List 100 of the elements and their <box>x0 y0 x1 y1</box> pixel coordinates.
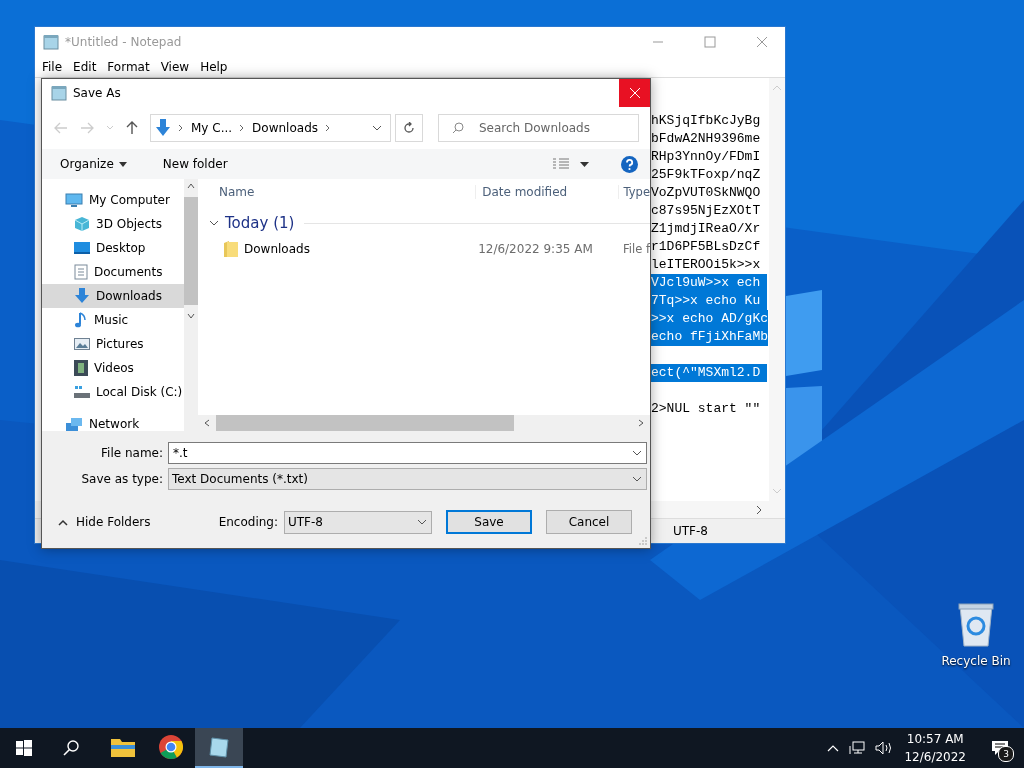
hide-folders-button[interactable]: Hide Folders <box>52 514 157 530</box>
desktop-icon <box>74 241 90 255</box>
new-folder-button[interactable]: New folder <box>156 154 234 174</box>
column-header[interactable]: Type <box>617 185 650 199</box>
dropdown-icon[interactable] <box>372 125 382 131</box>
organize-button[interactable]: Organize <box>54 154 133 174</box>
window-title: *Untitled - Notepad <box>65 35 182 49</box>
refresh-icon <box>403 122 415 134</box>
dropdown-icon[interactable] <box>580 161 589 167</box>
field-label: Encoding: <box>218 515 278 529</box>
scroll-down-icon[interactable] <box>187 313 195 319</box>
encoding-dropdown[interactable]: UTF-8 <box>284 510 432 534</box>
address-bar[interactable]: My C... Downloads <box>150 114 391 142</box>
breadcrumb[interactable]: Downloads <box>252 121 318 135</box>
code-line: RHp3YnnOy/FDmI <box>651 149 761 164</box>
menu-item[interactable]: Format <box>102 60 156 74</box>
network-icon <box>65 416 83 431</box>
download-icon <box>155 119 171 137</box>
volume-icon[interactable] <box>875 741 894 755</box>
chevron-icon <box>325 124 331 132</box>
windows-start-icon[interactable] <box>16 740 32 756</box>
notification-count-badge[interactable]: 3 <box>998 746 1014 762</box>
sidebar-item[interactable]: Music <box>42 308 184 332</box>
scrollbar[interactable] <box>184 179 198 431</box>
resize-grip-icon[interactable] <box>639 537 647 545</box>
chevron-up-icon <box>58 518 68 526</box>
monitor-icon <box>65 192 83 208</box>
chevron-up-icon[interactable] <box>827 744 840 752</box>
scroll-right-icon[interactable] <box>638 419 644 427</box>
breadcrumb[interactable]: My C... <box>191 121 233 135</box>
scrollbar[interactable] <box>198 415 650 431</box>
scroll-thumb[interactable] <box>216 415 514 431</box>
sidebar-item[interactable]: My Computer <box>42 188 184 212</box>
music-note-icon <box>74 312 88 328</box>
clock-time[interactable]: 10:57 AM <box>906 730 964 748</box>
menu-item[interactable]: View <box>155 60 196 74</box>
dropdown-icon[interactable] <box>417 519 427 525</box>
menu-item[interactable]: File <box>37 60 69 74</box>
sidebar-item[interactable]: Network <box>42 412 184 431</box>
picture-icon <box>74 337 90 351</box>
code-line: bFdwA2NH9396me <box>651 131 761 146</box>
chevron-icon <box>178 124 184 132</box>
chevron-icon <box>239 124 246 132</box>
drive-icon <box>74 385 90 399</box>
caret-icon <box>118 161 127 167</box>
search-icon[interactable] <box>63 740 79 756</box>
notepad-icon <box>51 85 67 101</box>
notepad-icon <box>208 736 230 758</box>
recycle-bin-icon[interactable] <box>956 602 996 648</box>
file-type-dropdown[interactable]: Text Documents (*.txt) <box>168 468 647 490</box>
search-icon <box>452 122 464 134</box>
sidebar-item[interactable]: Downloads <box>42 284 184 308</box>
code-line: leITEROOi5k>>x <box>651 257 761 272</box>
collapse-icon[interactable] <box>209 219 219 227</box>
save-button[interactable]: Save <box>446 510 532 534</box>
network-icon[interactable] <box>849 741 866 755</box>
chrome-icon <box>159 735 183 759</box>
column-header[interactable]: Date modified <box>475 185 618 199</box>
dropdown-icon[interactable] <box>632 476 642 482</box>
notepad-icon <box>43 34 59 50</box>
field-label: File name: <box>100 446 164 460</box>
sidebar-item[interactable]: Pictures <box>42 332 184 356</box>
clock-date[interactable]: 12/6/2022 <box>904 748 966 766</box>
dialog-title: Save As <box>73 86 121 100</box>
refresh-button[interactable] <box>395 114 423 142</box>
folder-icon <box>224 241 238 257</box>
dropdown-icon[interactable] <box>632 450 642 456</box>
sidebar-item[interactable]: Local Disk (C:) <box>42 380 184 404</box>
menu-item[interactable]: Edit <box>68 60 103 74</box>
search-field[interactable]: Search Downloads <box>438 114 639 142</box>
code-line: 2>NUL start "" <box>651 401 761 416</box>
sidebar-item[interactable]: Desktop <box>42 236 184 260</box>
code-line: VoZpVUT0SkNWQO <box>651 185 761 200</box>
scroll-thumb[interactable] <box>184 197 198 305</box>
scroll-right-icon[interactable] <box>755 504 763 515</box>
code-line: r1D6PF5BLsDzCf <box>651 239 761 254</box>
desktop-icon-label[interactable]: Recycle Bin <box>941 654 1011 668</box>
close-button[interactable] <box>619 79 650 107</box>
sidebar-item[interactable]: Documents <box>42 260 184 284</box>
column-header[interactable]: Name <box>198 185 476 199</box>
folder-icon <box>111 737 135 757</box>
menu-item[interactable]: Help <box>195 60 234 74</box>
taskbar-app[interactable] <box>195 728 243 768</box>
sidebar-item[interactable]: Videos <box>42 356 184 380</box>
document-icon <box>74 264 88 280</box>
cancel-button[interactable]: Cancel <box>546 510 632 534</box>
group-header[interactable]: Today (1) <box>225 214 295 232</box>
scroll-left-icon[interactable] <box>204 419 210 427</box>
cube-icon <box>74 216 90 232</box>
file-name[interactable]: Downloads <box>244 242 310 256</box>
date-cell-text: 12/6/2022 9:35 AM <box>478 242 594 256</box>
scroll-up-icon[interactable] <box>187 183 195 189</box>
code-line: hKSjqIfbKcJyBg <box>651 113 761 128</box>
help-icon[interactable] <box>621 155 638 173</box>
code-line: Z1jmdjIReaO/Xr <box>651 221 761 236</box>
sidebar-item[interactable]: 3D Objects <box>42 212 184 236</box>
file-name-field[interactable]: *.t <box>168 442 647 464</box>
code-line: 25F9kTFoxp/nqZ <box>651 167 761 182</box>
close-icon[interactable] <box>756 36 768 48</box>
up-icon[interactable] <box>126 121 138 135</box>
